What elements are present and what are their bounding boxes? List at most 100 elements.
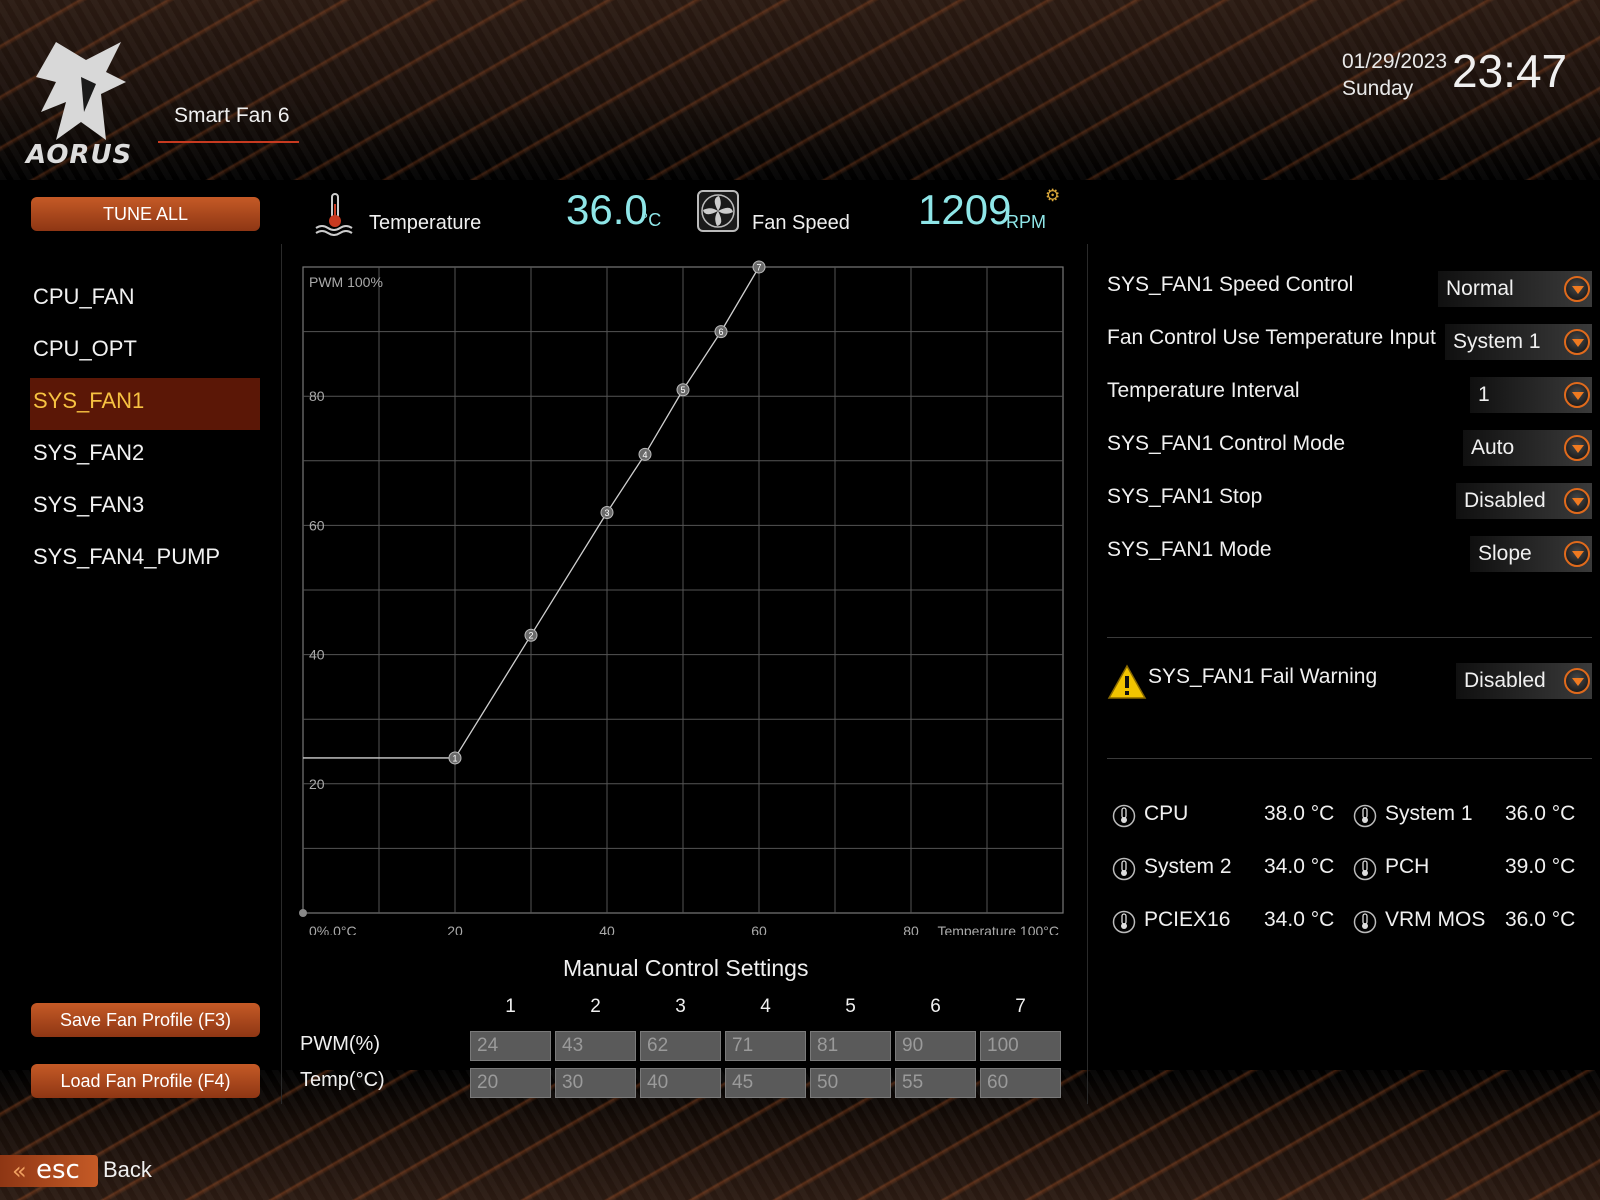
fan-item-sys-fan2[interactable]: SYS_FAN2 <box>30 430 260 482</box>
curve-point-label: 2 <box>528 631 533 641</box>
pwm-input[interactable]: 24 <box>470 1031 551 1061</box>
setting-label: SYS_FAN1 Control Mode <box>1107 432 1346 455</box>
setting-value: Auto <box>1471 436 1515 459</box>
fail-warning-dropdown[interactable]: Disabled <box>1456 663 1592 699</box>
sensor-name: VRM MOS <box>1385 908 1486 931</box>
temp-input[interactable]: 20 <box>470 1068 551 1098</box>
curve-point-label: 6 <box>718 327 723 337</box>
divider-left <box>281 244 282 1104</box>
fan-item-cpu-fan[interactable]: CPU_FAN <box>30 274 260 326</box>
fan-curve-svg: PWM 100% 20 40 60 80 20 40 60 80 0%,0°C Temperatur… <box>299 260 1064 939</box>
origin-label: 0%,0°C <box>309 923 357 935</box>
sensor-name: CPU <box>1144 802 1189 825</box>
date-text: 01/29/2023 <box>1342 50 1448 73</box>
temp-input[interactable]: 45 <box>725 1068 806 1098</box>
manual-column-header: 3 <box>675 996 686 1017</box>
double-chevron-left-icon: « <box>12 1157 27 1185</box>
fail-warning-label: SYS_FAN1 Fail Warning <box>1148 665 1378 688</box>
sensor-value: 34.0 °C <box>1264 855 1335 878</box>
settings-divider-1 <box>1107 637 1592 638</box>
temp-input[interactable]: 50 <box>810 1068 891 1098</box>
setting-label: Fan Control Use Temperature Input <box>1107 326 1436 349</box>
sensor-thermometer-icon <box>1353 804 1377 828</box>
x-tick-label: 80 <box>903 923 919 935</box>
curve-point-label: 4 <box>642 450 647 460</box>
manual-control-title: Manual Control Settings <box>563 955 809 981</box>
temp-input[interactable]: 55 <box>895 1068 976 1098</box>
back-label: Back <box>103 1157 152 1182</box>
y-axis-label: PWM 100% <box>309 274 383 290</box>
origin-point <box>299 909 307 917</box>
sensor-value: 39.0 °C <box>1505 855 1576 878</box>
pwm-input[interactable]: 90 <box>895 1031 976 1061</box>
fan-item-cpu-opt[interactable]: CPU_OPT <box>30 326 260 378</box>
y-tick-label: 20 <box>309 776 325 792</box>
setting-dropdown[interactable]: System 1 <box>1445 324 1592 360</box>
settings-divider-2 <box>1107 758 1592 759</box>
y-tick-label: 60 <box>309 517 325 533</box>
setting-dropdown[interactable]: Normal <box>1438 271 1592 307</box>
setting-dropdown[interactable]: Disabled <box>1456 483 1592 519</box>
pwm-input[interactable]: 81 <box>810 1031 891 1061</box>
temp-input[interactable]: 60 <box>980 1068 1061 1098</box>
fan-speed-unit: RPM <box>1006 212 1046 232</box>
x-tick-label: 40 <box>599 923 615 935</box>
manual-column-header: 7 <box>1015 996 1026 1017</box>
y-tick-label: 80 <box>309 388 325 404</box>
setting-label: SYS_FAN1 Mode <box>1107 538 1272 561</box>
fail-warning-value: Disabled <box>1464 669 1546 692</box>
setting-dropdown[interactable]: Auto <box>1463 430 1592 466</box>
setting-label: SYS_FAN1 Speed Control <box>1107 273 1354 296</box>
curve-point-label: 1 <box>452 753 457 763</box>
thermometer-icon <box>315 193 353 236</box>
temp-input[interactable]: 30 <box>555 1068 636 1098</box>
setting-dropdown[interactable]: Slope <box>1470 536 1592 572</box>
chevron-down-icon <box>1564 329 1590 355</box>
sensor-name: System 2 <box>1144 855 1232 878</box>
page-title: Smart Fan 6 <box>174 104 290 127</box>
pwm-input[interactable]: 100 <box>980 1031 1061 1061</box>
y-tick-label: 40 <box>309 647 325 663</box>
setting-value: Slope <box>1478 542 1532 565</box>
sensor-value: 34.0 °C <box>1264 908 1335 931</box>
chevron-down-icon <box>1564 276 1590 302</box>
temperature-label: Temperature <box>369 212 482 234</box>
pwm-input[interactable]: 71 <box>725 1031 806 1061</box>
manual-column-header: 1 <box>505 996 516 1017</box>
sensor-thermometer-icon <box>1112 804 1136 828</box>
sensor-name: System 1 <box>1385 802 1473 825</box>
tune-all-button[interactable]: TUNE ALL <box>31 197 260 231</box>
pwm-input[interactable]: 62 <box>640 1031 721 1061</box>
fan-curve-chart[interactable]: PWM 100% 20 40 60 80 20 40 60 80 0%,0°C Temperatur… <box>290 255 1070 939</box>
curve-point-label: 7 <box>756 263 761 273</box>
clock-display: 23:47 <box>1452 45 1568 97</box>
chevron-down-icon <box>1564 668 1590 694</box>
chevron-down-icon <box>1564 541 1590 567</box>
esc-button[interactable]: « esc <box>0 1155 98 1187</box>
temp-input[interactable]: 40 <box>640 1068 721 1098</box>
sensor-name: PCIEX16 <box>1144 908 1231 931</box>
sensor-value: 36.0 °C <box>1505 802 1576 825</box>
load-fan-profile-button[interactable]: Load Fan Profile (F4) <box>31 1064 260 1098</box>
x-tick-label: 60 <box>751 923 767 935</box>
sensor-name: PCH <box>1385 855 1430 878</box>
setting-label: Temperature Interval <box>1107 379 1300 402</box>
curve-point-label: 5 <box>680 385 685 395</box>
chevron-down-icon <box>1564 435 1590 461</box>
setting-dropdown[interactable]: 1 <box>1470 377 1592 413</box>
temperature-unit: °C <box>641 210 662 230</box>
sensor-value: 36.0 °C <box>1505 908 1576 931</box>
chevron-down-icon <box>1564 382 1590 408</box>
sensor-thermometer-icon <box>1112 857 1136 881</box>
save-fan-profile-button[interactable]: Save Fan Profile (F3) <box>31 1003 260 1037</box>
fan-item-sys-fan3[interactable]: SYS_FAN3 <box>30 482 260 534</box>
settings-gear-icon[interactable]: ⚙ <box>1045 186 1060 206</box>
fan-item-sys-fan1[interactable]: SYS_FAN1 <box>30 378 260 430</box>
pwm-input[interactable]: 43 <box>555 1031 636 1061</box>
fan-item-sys-fan4-pump[interactable]: SYS_FAN4_PUMP <box>30 534 260 586</box>
esc-label: esc <box>36 1155 80 1185</box>
sensor-value: 38.0 °C <box>1264 802 1335 825</box>
fan-list: CPU_FAN CPU_OPT SYS_FAN1 SYS_FAN2 SYS_FA… <box>30 274 260 586</box>
x-axis-label: Temperature 100°C <box>937 923 1059 935</box>
sensor-thermometer-icon <box>1353 857 1377 881</box>
